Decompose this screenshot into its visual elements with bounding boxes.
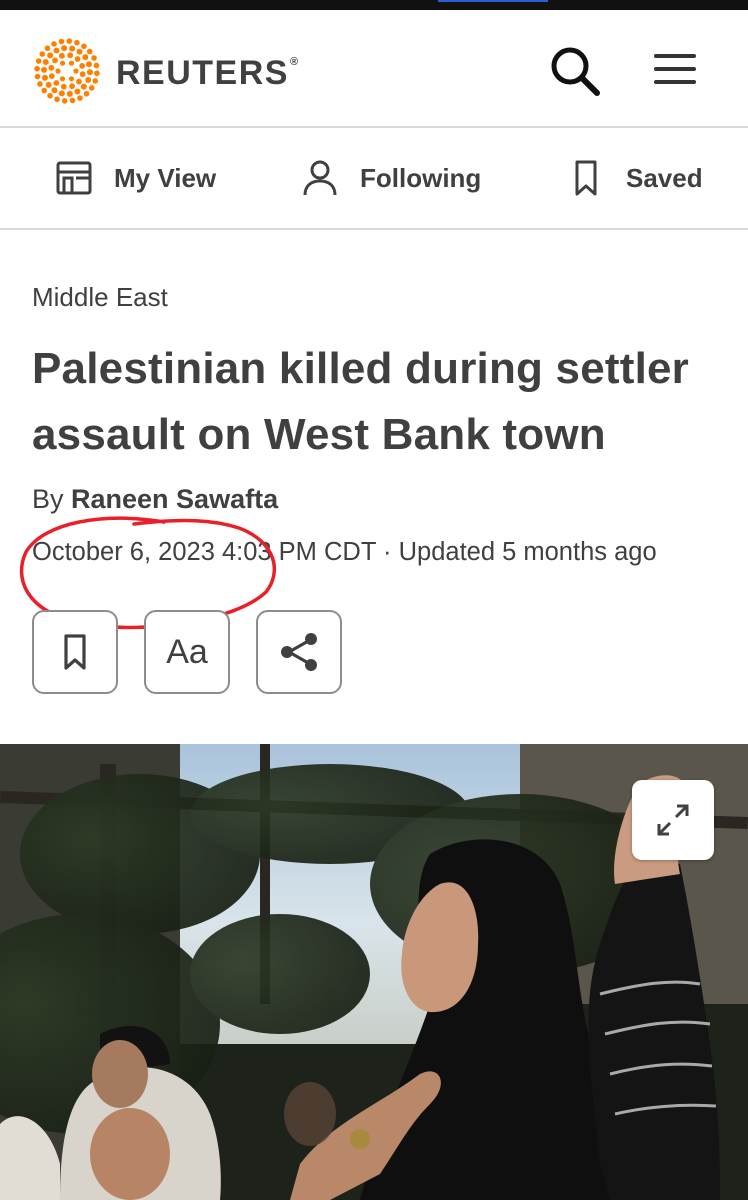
text-size-button[interactable]: Aa	[144, 610, 230, 694]
registered-mark: ®	[289, 56, 300, 68]
brand-name: REUTERS	[116, 54, 289, 92]
text-size-label: Aa	[166, 632, 208, 671]
article-category[interactable]: Middle East	[32, 282, 168, 313]
share-icon	[281, 633, 317, 671]
bookmark-icon	[566, 158, 606, 198]
nav-following-label: Following	[360, 162, 482, 193]
site-header: REUTERS®	[0, 10, 748, 128]
bookmark-button[interactable]	[32, 610, 118, 694]
nav-my-view-label: My View	[114, 162, 217, 193]
sub-navigation: My View Following Saved	[0, 128, 748, 230]
search-icon	[551, 47, 600, 96]
author-link[interactable]: Raneen Sawafta	[71, 484, 278, 514]
share-button[interactable]	[256, 610, 342, 694]
bookmark-icon	[64, 634, 86, 670]
layout-icon	[54, 158, 94, 198]
status-bar	[0, 0, 748, 10]
loading-progress	[438, 0, 548, 2]
article-headline: Palestinian killed during settler assaul…	[32, 344, 689, 459]
byline: By Raneen Sawafta	[32, 484, 278, 515]
brand-wordmark[interactable]: REUTERS®	[116, 54, 300, 93]
nav-saved-label: Saved	[626, 162, 703, 193]
menu-button[interactable]	[648, 48, 702, 94]
person-icon	[300, 158, 340, 198]
nav-following[interactable]: Following	[300, 158, 481, 198]
expand-photo-button[interactable]	[632, 780, 714, 860]
nav-my-view[interactable]: My View	[54, 158, 216, 198]
nav-saved[interactable]: Saved	[566, 158, 703, 198]
byline-prefix: By	[32, 484, 72, 514]
expand-icon	[657, 804, 689, 836]
search-button[interactable]	[548, 44, 602, 98]
article-dateline: October 6, 2023 4:03 PM CDT · Updated 5 …	[32, 538, 657, 566]
hamburger-menu-icon	[654, 54, 696, 84]
reuters-logo-icon[interactable]	[32, 36, 102, 106]
